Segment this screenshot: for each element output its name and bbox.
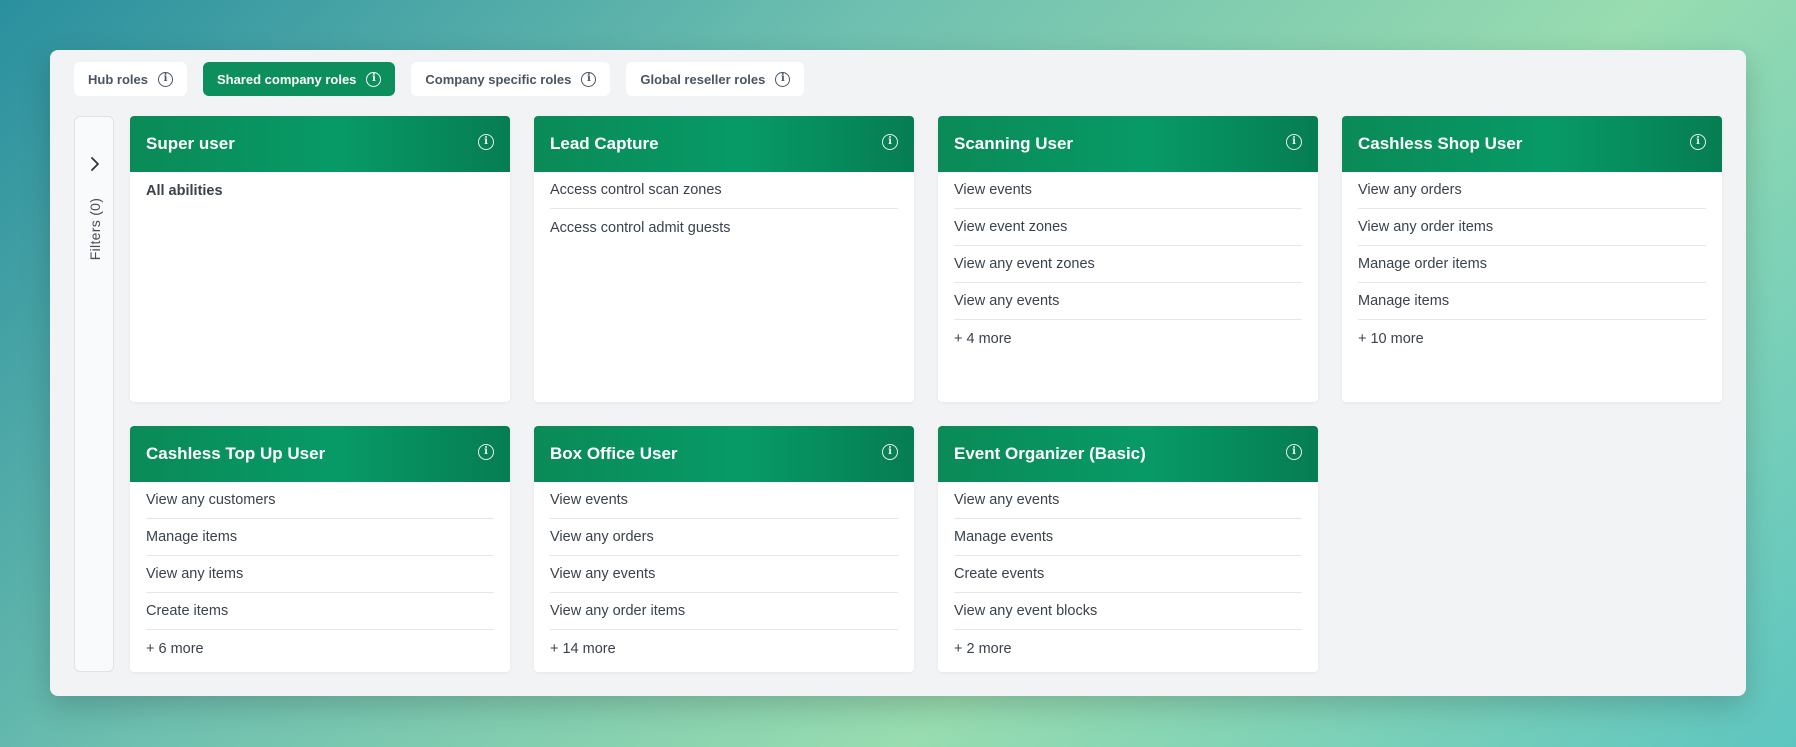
card-title: Super user (146, 134, 235, 153)
ability-item: View any order items (550, 593, 898, 630)
ability-item: View event zones (954, 209, 1302, 246)
role-card-event-organizer-basic[interactable]: Event Organizer (Basic) i View any event… (938, 426, 1318, 672)
ability-item: View any events (954, 283, 1302, 320)
tab-label: Shared company roles (216, 71, 357, 87)
info-icon[interactable]: i (882, 134, 898, 150)
role-card-lead-capture[interactable]: Lead Capture i Access control scan zones… (534, 116, 914, 402)
info-icon[interactable]: i (366, 71, 382, 87)
tab-label: Company specific roles (425, 71, 572, 87)
ability-list: View any orders View any order items Man… (1342, 172, 1722, 357)
ability-item: Access control admit guests (550, 219, 731, 236)
tab-company-specific-roles[interactable]: Company specific roles i (411, 62, 611, 96)
chevron-right-icon[interactable] (84, 153, 106, 175)
role-card-super-user[interactable]: Super user i All abilities (130, 116, 510, 402)
role-tabs: Hub roles i Shared company roles i Compa… (74, 62, 805, 96)
ability-item: Manage items (1358, 283, 1706, 320)
ability-list: View any events Manage events Create eve… (938, 482, 1318, 667)
tab-global-reseller-roles[interactable]: Global reseller roles i (626, 62, 805, 96)
ability-item: Manage events (954, 519, 1302, 556)
filters-label: Filters (0) (87, 197, 103, 261)
card-header: Cashless Shop User i (1342, 116, 1722, 172)
ability-list: View any customers Manage items View any… (130, 482, 510, 667)
card-title: Lead Capture (550, 134, 659, 153)
card-title: Box Office User (550, 444, 678, 463)
ability-item: View any order items (1358, 209, 1706, 246)
info-icon[interactable]: i (478, 444, 494, 460)
ability-list: All abilities (130, 172, 510, 209)
ability-item: View any orders (1358, 172, 1706, 209)
ability-item: All abilities (146, 182, 223, 199)
tab-label: Global reseller roles (640, 71, 766, 87)
more-abilities-link[interactable]: + 4 more (954, 320, 1302, 357)
more-abilities-link[interactable]: + 2 more (954, 630, 1302, 667)
card-header: Super user i (130, 116, 510, 172)
more-abilities-link[interactable]: + 10 more (1358, 320, 1706, 357)
card-title: Cashless Shop User (1358, 134, 1523, 153)
ability-list: View events View any orders View any eve… (534, 482, 914, 667)
ability-item: View any event blocks (954, 593, 1302, 630)
role-cards-grid: Super user i All abilities Lead Capture … (130, 116, 1726, 672)
more-abilities-link[interactable]: + 14 more (550, 630, 898, 667)
info-icon[interactable]: i (478, 134, 494, 150)
ability-item: Access control scan zones (550, 172, 898, 209)
ability-item: View any customers (146, 482, 494, 519)
card-title: Event Organizer (Basic) (954, 444, 1146, 463)
ability-item: Create items (146, 593, 494, 630)
tab-label: Hub roles (88, 71, 148, 87)
card-header: Cashless Top Up User i (130, 426, 510, 482)
info-icon[interactable]: i (1286, 134, 1302, 150)
card-header: Scanning User i (938, 116, 1318, 172)
info-icon[interactable]: i (581, 71, 597, 87)
tab-hub-roles[interactable]: Hub roles i (74, 62, 187, 96)
ability-item: View any event zones (954, 246, 1302, 283)
ability-item: View any events (954, 482, 1302, 519)
roles-panel: Hub roles i Shared company roles i Compa… (50, 50, 1746, 696)
info-icon[interactable]: i (1286, 444, 1302, 460)
card-header: Event Organizer (Basic) i (938, 426, 1318, 482)
ability-list: View events View event zones View any ev… (938, 172, 1318, 357)
info-icon[interactable]: i (157, 71, 173, 87)
info-icon[interactable]: i (775, 71, 791, 87)
card-header: Lead Capture i (534, 116, 914, 172)
ability-item: View any events (550, 556, 898, 593)
ability-item: View events (954, 172, 1302, 209)
role-card-cashless-shop-user[interactable]: Cashless Shop User i View any orders Vie… (1342, 116, 1722, 402)
card-title: Cashless Top Up User (146, 444, 326, 463)
role-card-box-office-user[interactable]: Box Office User i View events View any o… (534, 426, 914, 672)
ability-item: View any orders (550, 519, 898, 556)
role-card-scanning-user[interactable]: Scanning User i View events View event z… (938, 116, 1318, 402)
ability-item: Create events (954, 556, 1302, 593)
ability-item: Manage order items (1358, 246, 1706, 283)
ability-item: View events (550, 482, 898, 519)
ability-item: View any items (146, 556, 494, 593)
ability-list: Access control scan zones Access control… (534, 172, 914, 246)
info-icon[interactable]: i (1690, 134, 1706, 150)
tab-shared-company-roles[interactable]: Shared company roles i (202, 62, 396, 96)
info-icon[interactable]: i (882, 444, 898, 460)
ability-item: Manage items (146, 519, 494, 556)
filters-toggle[interactable]: Filters (0) (74, 116, 114, 672)
role-card-cashless-top-up-user[interactable]: Cashless Top Up User i View any customer… (130, 426, 510, 672)
card-header: Box Office User i (534, 426, 914, 482)
card-title: Scanning User (954, 134, 1074, 153)
more-abilities-link[interactable]: + 6 more (146, 630, 494, 667)
